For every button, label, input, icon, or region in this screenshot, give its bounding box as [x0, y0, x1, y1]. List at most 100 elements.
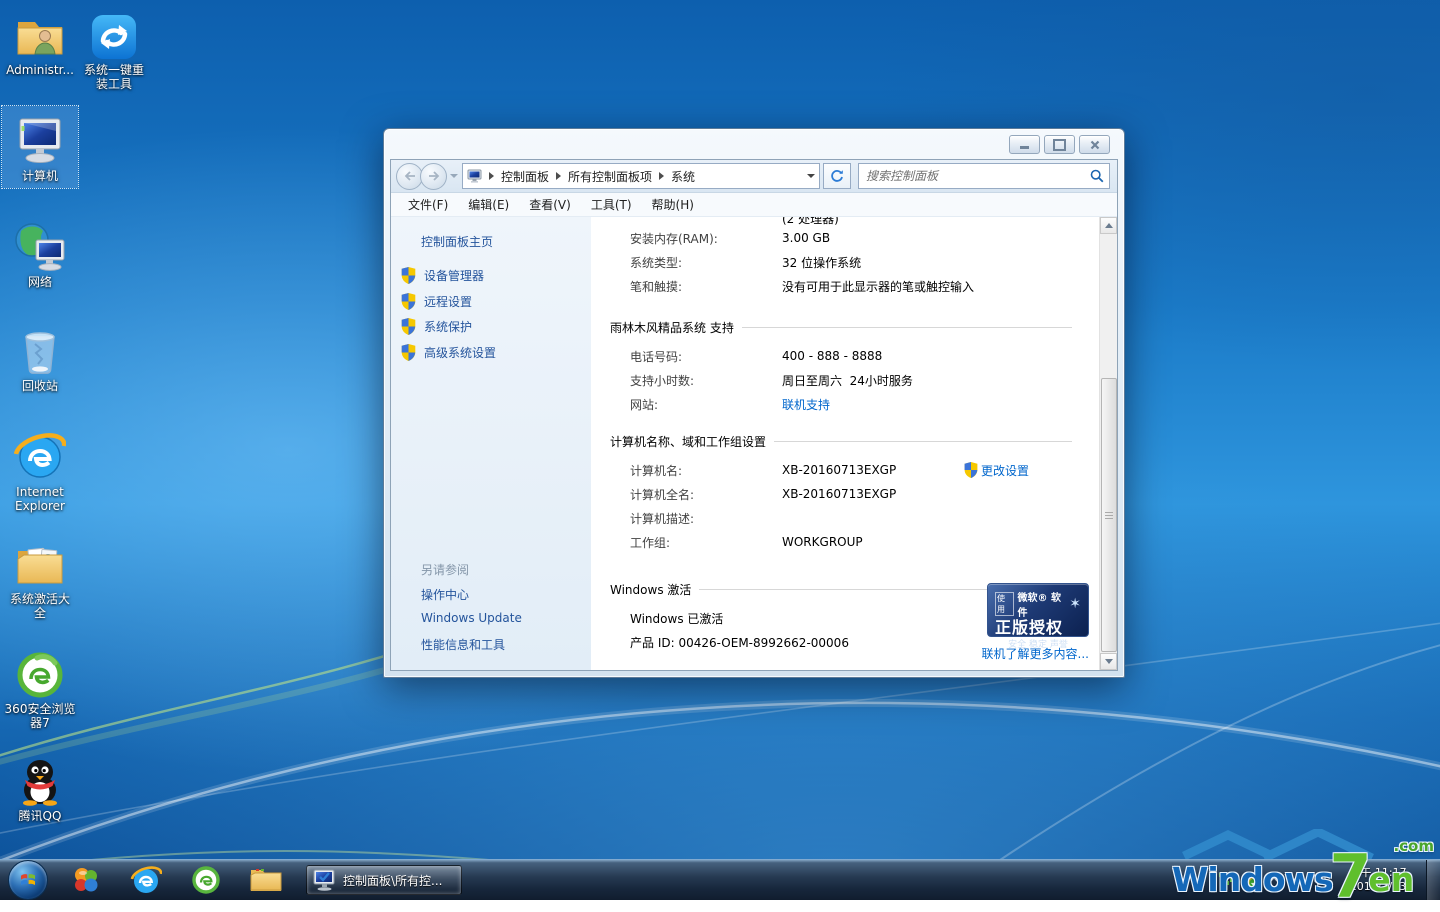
sidebar-item-system-protection[interactable]: 系统保护 [401, 318, 472, 335]
sidebar-item-label: 系统保护 [424, 318, 472, 335]
menu-view[interactable]: 查看(V) [519, 196, 581, 213]
row-value: 32 位操作系统 [782, 254, 861, 271]
recent-pages-dropdown[interactable] [450, 174, 458, 178]
forward-button[interactable] [420, 163, 447, 190]
row-label: 工作组: [630, 534, 782, 551]
scroll-down-button[interactable] [1100, 653, 1117, 670]
menu-edit[interactable]: 编辑(E) [458, 196, 519, 213]
section-title: 雨林木风精品系统 支持 [610, 319, 734, 336]
genuine-microsoft-badge[interactable]: 使用 微软® 软件 ✶ 正版授权 安全 稳定 声誉 [987, 583, 1089, 637]
system-page-icon [467, 169, 482, 183]
desktop-icon-recycle-bin[interactable]: 回收站 [2, 322, 78, 393]
taskbar-icon-360-browser[interactable] [184, 860, 228, 900]
system-tray: 上午 11:17 2016/7/13 [1214, 860, 1440, 900]
breadcrumb-item-control-panel[interactable]: 控制面板 [501, 168, 549, 185]
sidebar-item-windows-update[interactable]: Windows Update [421, 611, 522, 625]
show-desktop-button[interactable] [1426, 860, 1440, 900]
row-label: 电话号码: [630, 348, 782, 365]
desktop-icon-360-browser[interactable]: 360安全浏览 器7 [0, 645, 80, 730]
section-divider [774, 441, 1072, 442]
folder-documents-icon [2, 535, 78, 589]
phone-row: 电话号码: 400 - 888 - 8888 [630, 344, 1082, 368]
address-dropdown-icon[interactable] [807, 174, 815, 178]
desktop-icon-network[interactable]: 网络 [2, 218, 78, 289]
desktop-icon-label: Internet Explorer [2, 485, 78, 513]
desktop-icon-label: 系统激活大 全 [2, 592, 78, 620]
online-support-link[interactable]: 联机支持 [782, 396, 830, 413]
row-label: 计算机描述: [630, 510, 782, 527]
menu-tools[interactable]: 工具(T) [581, 196, 642, 213]
refresh-button[interactable] [823, 163, 851, 189]
tray-up-arrow-icon[interactable] [1268, 874, 1280, 886]
sidebar-item-action-center[interactable]: 操作中心 [421, 586, 469, 603]
taskbar-active-task-control-panel[interactable]: 控制面板\所有控... [306, 865, 462, 895]
search-box[interactable] [858, 163, 1110, 189]
taskbar-icon-360-safe[interactable] [64, 860, 108, 900]
row-label: 笔和触摸: [630, 278, 782, 295]
tray-clock[interactable]: 上午 11:17 2016/7/13 [1334, 866, 1422, 894]
see-also-header: 另请参阅 [421, 561, 469, 578]
activation-status: Windows 已激活 [630, 610, 723, 627]
breadcrumb-arrow-icon [556, 172, 561, 180]
taskbar-icon-internet-explorer[interactable] [124, 860, 168, 900]
badge-prefix: 使用 [995, 592, 1014, 616]
desktop-icon-administrator[interactable]: Administr... [2, 6, 78, 77]
menu-help[interactable]: 帮助(H) [642, 196, 704, 213]
tray-pixel-grid-icon[interactable] [1219, 873, 1234, 888]
computer-name-section-header: 计算机名称、域和工作组设置 [610, 432, 1082, 450]
scroll-up-icon [1105, 223, 1113, 228]
row-value: XB-20160713EXGP [782, 487, 896, 501]
change-settings-link[interactable]: 更改设置 [981, 462, 1029, 479]
sidebar-item-remote-settings[interactable]: 远程设置 [401, 293, 472, 310]
workgroup-row: 工作组: WORKGROUP [630, 530, 1082, 554]
support-hours-row: 支持小时数: 周日至周六 24小时服务 [630, 368, 1082, 392]
desktop-icon-label: Administr... [2, 63, 78, 77]
search-input[interactable] [864, 168, 1090, 184]
computer-fullname-row: 计算机全名: XB-20160713EXGP [630, 482, 1082, 506]
ram-row: 安装内存(RAM): 3.00 GB [630, 226, 1082, 250]
tray-shield-check-icon[interactable] [1244, 873, 1258, 888]
back-arrow-icon [404, 171, 416, 181]
system-window-icon [313, 869, 337, 891]
desktop-icon-computer[interactable]: 计算机 [2, 106, 78, 188]
change-settings[interactable]: 更改设置 [964, 462, 1029, 479]
back-button[interactable] [396, 163, 423, 190]
product-id: 产品 ID: 00426-OEM-8992662-00006 [630, 634, 849, 651]
breadcrumb-arrow-icon [489, 172, 494, 180]
desktop-icon-reinstall-tool[interactable]: 系统一键重 装工具 [76, 6, 152, 91]
computer-description-row: 计算机描述: [630, 506, 1082, 530]
menu-file[interactable]: 文件(F) [398, 196, 458, 213]
uac-shield-icon [401, 344, 416, 361]
sidebar-item-advanced-settings[interactable]: 高级系统设置 [401, 344, 496, 361]
taskbar-icon-explorer-folder[interactable] [244, 860, 288, 900]
address-bar[interactable]: 控制面板 所有控制面板项 系统 [462, 163, 820, 189]
sidebar-item-label: 高级系统设置 [424, 344, 496, 361]
navigation-bar: 控制面板 所有控制面板项 系统 [391, 160, 1117, 193]
desktop-icon-label: 回收站 [2, 379, 78, 393]
maximize-button[interactable] [1044, 135, 1075, 154]
sidebar-control-panel-home[interactable]: 控制面板主页 [421, 233, 493, 250]
tray-volume-icon[interactable] [1290, 874, 1304, 887]
tray-network-icon[interactable] [1314, 874, 1329, 887]
desktop-icon-internet-explorer[interactable]: Internet Explorer [2, 428, 78, 513]
breadcrumb-item-system[interactable]: 系统 [671, 168, 695, 185]
sidebar-item-performance-tools[interactable]: 性能信息和工具 [421, 636, 505, 653]
close-button[interactable] [1079, 135, 1110, 154]
sidebar: 控制面板主页 设备管理器 远程设置 [391, 217, 591, 670]
badge-top-row: 使用 微软® 软件 ✶ [995, 589, 1081, 619]
scrollbar-thumb[interactable] [1101, 378, 1117, 652]
learn-more-online-link[interactable]: 联机了解更多内容... [982, 645, 1089, 662]
menu-bar: 文件(F) 编辑(E) 查看(V) 工具(T) 帮助(H) [391, 193, 1117, 217]
search-icon[interactable] [1090, 169, 1104, 183]
network-globe-icon [2, 218, 78, 272]
desktop-icon-activation-folder[interactable]: 系统激活大 全 [2, 535, 78, 620]
desktop-icon-qq[interactable]: 腾讯QQ [2, 752, 78, 823]
vertical-scrollbar[interactable] [1099, 217, 1117, 670]
breadcrumb-item-all-items[interactable]: 所有控制面板项 [568, 168, 652, 185]
sidebar-item-device-manager[interactable]: 设备管理器 [401, 267, 484, 284]
badge-brand: 微软® 软件 [1017, 589, 1069, 619]
row-label: 安装内存(RAM): [630, 230, 782, 247]
scroll-up-button[interactable] [1100, 217, 1117, 234]
minimize-button[interactable] [1009, 135, 1040, 154]
start-button[interactable] [8, 860, 48, 900]
